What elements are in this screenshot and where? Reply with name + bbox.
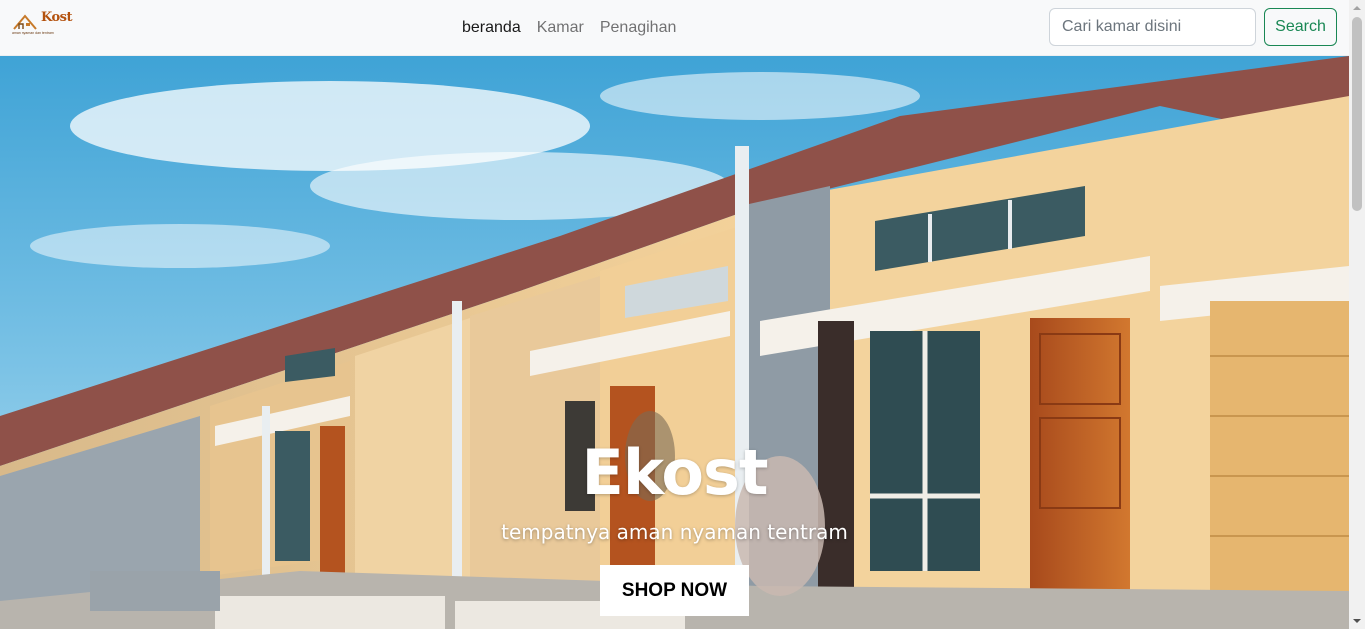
main-nav: beranda Kamar Penagihan [462, 18, 676, 38]
nav-link-kamar[interactable]: Kamar [537, 18, 584, 38]
nav-link-beranda[interactable]: beranda [462, 18, 521, 38]
brand-name: Kost [41, 10, 73, 25]
brand-logo[interactable]: Kost aman nyaman dan tentram [12, 10, 73, 40]
search-button[interactable]: Search [1264, 8, 1337, 46]
scroll-down-arrow-icon[interactable] [1349, 613, 1365, 629]
house-icon [13, 14, 37, 30]
brand-tagline: aman nyaman dan tentram [12, 31, 54, 35]
scrollbar-thumb[interactable] [1352, 17, 1362, 211]
hero-title: Ekost [581, 436, 768, 509]
navbar: Kost aman nyaman dan tentram beranda Kam… [0, 0, 1349, 56]
search-input[interactable] [1049, 8, 1256, 46]
scroll-up-arrow-icon[interactable] [1349, 0, 1365, 16]
shop-now-button[interactable]: SHOP NOW [600, 565, 749, 616]
hero-banner: Ekost tempatnya aman nyaman tentram SHOP… [0, 56, 1349, 629]
hero-subtitle: tempatnya aman nyaman tentram [501, 520, 848, 544]
vertical-scrollbar[interactable] [1349, 0, 1365, 629]
nav-link-penagihan[interactable]: Penagihan [600, 18, 677, 38]
